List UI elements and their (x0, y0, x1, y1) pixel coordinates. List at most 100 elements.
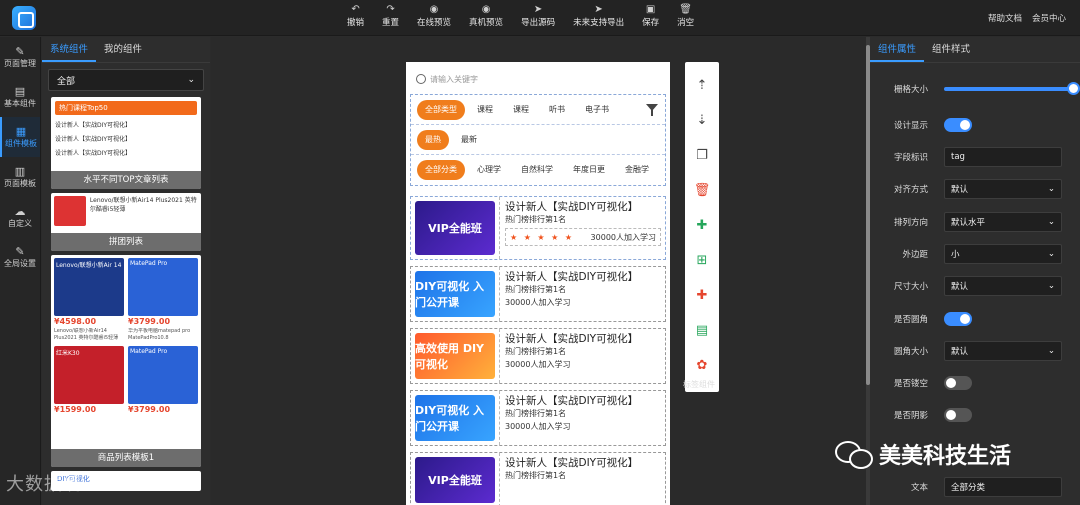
filter-chip[interactable]: 金融学 (617, 160, 657, 180)
text-input[interactable]: 全部分类 (944, 477, 1062, 497)
toolbar-button[interactable]: ↷ 重置 (373, 4, 408, 30)
filter-funnel-icon[interactable] (645, 103, 659, 117)
tab-system-components[interactable]: 系统组件 (42, 37, 97, 62)
course-title: 设计新人【实战DIY可视化】 (505, 333, 639, 345)
document-icon[interactable]: ▤ (685, 313, 719, 348)
rail-item[interactable]: ✎ 页面管理 (0, 37, 40, 77)
course-card[interactable]: DIY可视化 入门公开课 设计新人【实战DIY可视化】 热门榜排行第1名 30000人… (410, 266, 666, 322)
filter-chip[interactable]: 听书 (541, 100, 573, 120)
puzzle-icon[interactable]: ✚ (685, 208, 719, 243)
search-placeholder: 请输入关键字 (430, 74, 478, 84)
product-price: ¥3799.00 (128, 405, 171, 414)
product-subtitle: 华为平板电脑matepad pro MatePadPro10.8 (128, 328, 191, 341)
course-banner: DIY可视化 入门公开课 (415, 271, 495, 317)
add-file-icon[interactable]: ⊞ (685, 243, 719, 278)
direction-select[interactable]: 默认水平 ⌄ (944, 212, 1062, 232)
rail-item[interactable]: ▥ 页面模板 (0, 157, 40, 197)
product-price: ¥4598.00 (54, 317, 97, 326)
margin-label: 外边距 (902, 250, 928, 260)
size-select[interactable]: 默认 ⌄ (944, 276, 1062, 296)
toolbar-button[interactable]: ↶ 撤销 (338, 4, 373, 30)
help-docs-link[interactable]: 帮助文档 (988, 12, 1022, 24)
toolbar-button[interactable]: ▣ 保存 (633, 4, 668, 30)
filter-chip[interactable]: 最新 (453, 130, 485, 150)
template-thumb-top-list[interactable]: 热门课程Top50 设计新人【实战DIY可视化】 设计新人【实战DIY可视化】 … (51, 97, 201, 189)
shadow-row: 是否阴影 (870, 404, 1080, 426)
filter-chip[interactable]: 最热 (417, 129, 449, 150)
product-image: 红米K30 (54, 346, 124, 404)
course-card[interactable]: DIY可视化 入门公开课 设计新人【实战DIY可视化】 热门榜排行第1名 30000人… (410, 390, 666, 446)
tab-component-props[interactable]: 组件属性 (870, 37, 925, 62)
copy-icon[interactable]: ❐ (685, 138, 719, 173)
rounded-row: 是否圆角 (870, 308, 1080, 330)
filter-chip[interactable]: 心理学 (469, 160, 509, 180)
radius-row: 圆角大小 默认 ⌄ (870, 340, 1080, 362)
field-id-row: 字段标识 tag (870, 146, 1080, 168)
course-info: 设计新人【实战DIY可视化】 热门榜排行第1名 30000人加入学习 (499, 329, 665, 383)
course-title: 设计新人【实战DIY可视化】 (505, 395, 639, 407)
rounded-toggle[interactable] (944, 312, 972, 326)
design-display-label: 设计显示 (893, 121, 928, 131)
design-display-row: 设计显示 (870, 114, 1080, 136)
component-category-select[interactable]: 全部 ⌄ (48, 69, 204, 91)
component-category-value: 全部 (57, 76, 76, 87)
member-center-link[interactable]: 会员中心 (1032, 12, 1066, 24)
toolbar-button[interactable]: ➤ 未来支持导出 (564, 4, 633, 30)
slider-handle[interactable] (1067, 82, 1080, 95)
direction-row: 排列方向 默认水平 ⌄ (870, 211, 1080, 233)
course-info: 设计新人【实战DIY可视化】 热门榜排行第1名 30000人加入学习 (499, 267, 665, 321)
save-icon: ▣ (645, 4, 656, 15)
rail-item[interactable]: ✎ 全局设置 (0, 237, 40, 277)
toolbar-button-label: 消空 (677, 18, 695, 28)
search-bar[interactable]: 请输入关键字 (416, 70, 660, 88)
filter-chip[interactable]: 全部类型 (417, 99, 465, 120)
radius-select-value: 默认 (951, 347, 969, 357)
settings-icon[interactable]: ✿ (685, 348, 719, 383)
filter-chip[interactable]: 电子书 (577, 100, 617, 120)
rail-item[interactable]: ▦ 组件模板 (0, 117, 40, 157)
puzzle-red-icon[interactable]: ✚ (685, 278, 719, 313)
toolbar-button[interactable]: ➤ 导出源码 (512, 4, 564, 30)
rail-item-label: 组件模板 (5, 139, 37, 148)
page-template-icon: ▥ (14, 165, 26, 178)
course-card[interactable]: VIP全能班 设计新人【实战DIY可视化】 热门榜排行第1名 (410, 452, 666, 505)
field-id-input[interactable]: tag (944, 147, 1062, 167)
toolbar-button[interactable]: ◉ 真机预览 (460, 4, 512, 30)
rail-item[interactable]: ▤ 基本组件 (0, 77, 40, 117)
margin-select[interactable]: 小 ⌄ (944, 244, 1062, 264)
course-banner: 高效使用 DIY可视化 (415, 333, 495, 379)
template-thumb-product-list[interactable]: Lenovo/联想小新Air 14 ¥4598.00 Lenovo/联想小新Air1… (51, 255, 201, 467)
app-logo-icon[interactable] (12, 6, 36, 30)
tab-component-style[interactable]: 组件样式 (924, 37, 978, 62)
template-thumb-group-buy[interactable]: Lenovo/联想小新Air14 Plus2021 英特尔酷睿i5轻薄 拼团列表 (51, 193, 201, 251)
filter-chip[interactable]: 年度日更 (565, 160, 613, 180)
radius-select[interactable]: 默认 ⌄ (944, 341, 1062, 361)
grid-size-slider[interactable] (944, 82, 1080, 95)
rail-item[interactable]: ☁ 自定义 (0, 197, 40, 237)
course-title: 设计新人【实战DIY可视化】 (505, 201, 639, 213)
course-learners: 30000人加入学习 (505, 360, 571, 369)
course-banner: VIP全能班 (415, 457, 495, 503)
tab-my-components[interactable]: 我的组件 (96, 37, 150, 62)
course-card[interactable]: 高效使用 DIY可视化 设计新人【实战DIY可视化】 热门榜排行第1名 30000人加… (410, 328, 666, 384)
hollow-toggle[interactable] (944, 376, 972, 390)
design-display-toggle[interactable] (944, 118, 972, 132)
course-info: 设计新人【实战DIY可视化】 热门榜排行第1名 (499, 453, 665, 505)
course-rank: 热门榜排行第1名 (505, 215, 567, 224)
toolbar-button[interactable]: ◉ 在线预览 (408, 4, 460, 30)
course-card[interactable]: VIP全能班 设计新人【实战DIY可视化】 热门榜排行第1名 ★ ★ ★ ★ ★ 300… (410, 196, 666, 260)
filter-chip[interactable]: 课程 (469, 100, 501, 120)
delete-icon[interactable]: 🗑 (685, 173, 719, 208)
filter-chip[interactable]: 课程 (505, 100, 537, 120)
send-icon: ➤ (594, 4, 603, 15)
shadow-toggle[interactable] (944, 408, 972, 422)
toolbar-button[interactable]: 🗑 消空 (668, 4, 703, 30)
course-banner: VIP全能班 (415, 201, 495, 255)
move-down-icon[interactable]: ⇣ (685, 103, 719, 138)
move-up-icon[interactable]: ⇡ (685, 68, 719, 103)
filter-row: 最热 最新 (411, 125, 665, 155)
filter-chip[interactable]: 自然科学 (513, 160, 561, 180)
align-select[interactable]: 默认 ⌄ (944, 179, 1062, 199)
course-info: 设计新人【实战DIY可视化】 热门榜排行第1名 ★ ★ ★ ★ ★ 30000人加入学… (499, 197, 665, 259)
filter-chip[interactable]: 全部分类 (417, 160, 465, 180)
